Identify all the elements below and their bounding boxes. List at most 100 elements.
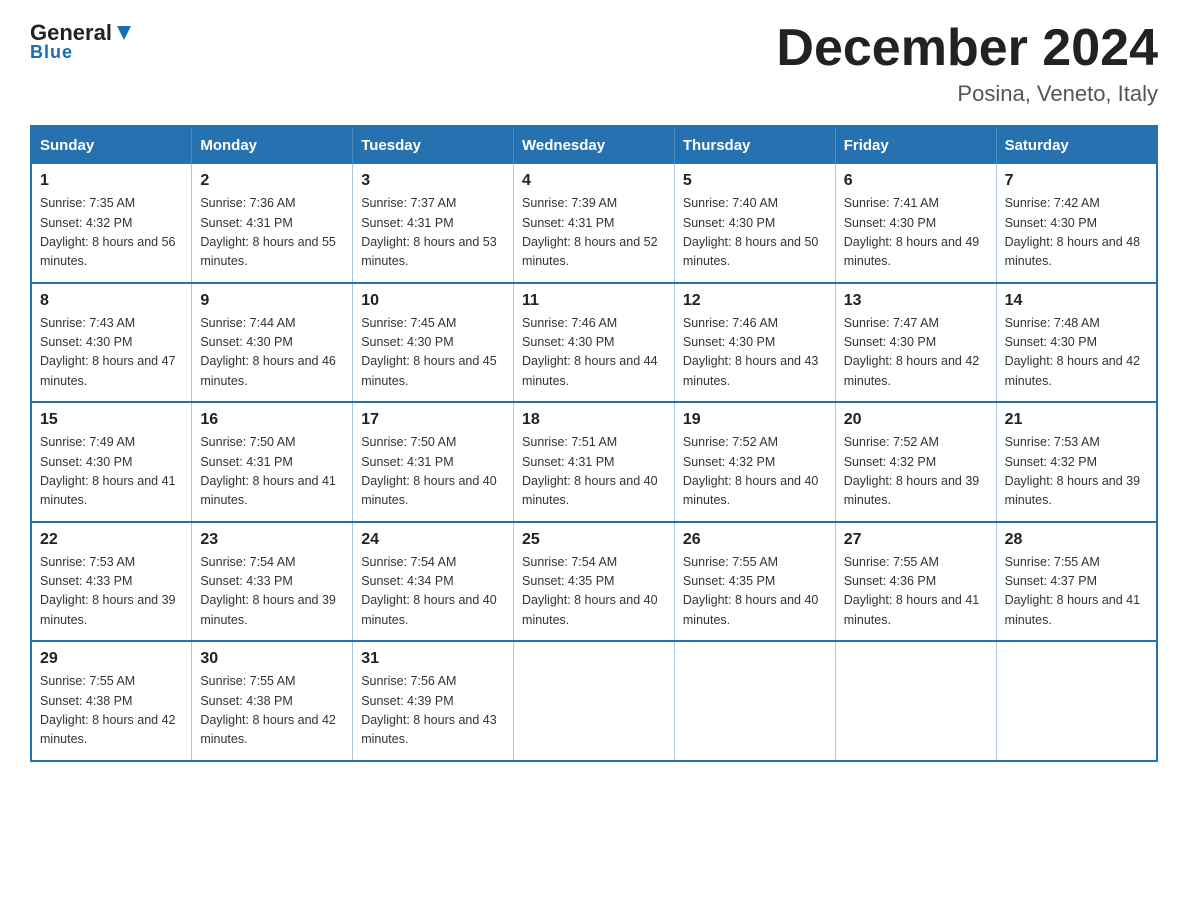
calendar-week-row: 15 Sunrise: 7:49 AMSunset: 4:30 PMDaylig… (31, 402, 1157, 522)
day-number: 3 (361, 172, 505, 190)
calendar-week-row: 8 Sunrise: 7:43 AMSunset: 4:30 PMDayligh… (31, 283, 1157, 403)
day-info: Sunrise: 7:35 AMSunset: 4:32 PMDaylight:… (40, 194, 183, 272)
calendar-cell: 4 Sunrise: 7:39 AMSunset: 4:31 PMDayligh… (514, 164, 675, 283)
day-info: Sunrise: 7:45 AMSunset: 4:30 PMDaylight:… (361, 314, 505, 392)
day-info: Sunrise: 7:47 AMSunset: 4:30 PMDaylight:… (844, 314, 988, 392)
day-number: 15 (40, 411, 183, 429)
day-info: Sunrise: 7:54 AMSunset: 4:35 PMDaylight:… (522, 553, 666, 631)
day-number: 5 (683, 172, 827, 190)
day-number: 9 (200, 292, 344, 310)
page-header: General Blue December 2024 Posina, Venet… (30, 20, 1158, 107)
calendar-cell: 23 Sunrise: 7:54 AMSunset: 4:33 PMDaylig… (192, 522, 353, 642)
day-info: Sunrise: 7:40 AMSunset: 4:30 PMDaylight:… (683, 194, 827, 272)
day-number: 6 (844, 172, 988, 190)
day-info: Sunrise: 7:36 AMSunset: 4:31 PMDaylight:… (200, 194, 344, 272)
day-number: 11 (522, 292, 666, 310)
day-number: 7 (1005, 172, 1148, 190)
day-info: Sunrise: 7:48 AMSunset: 4:30 PMDaylight:… (1005, 314, 1148, 392)
day-number: 29 (40, 650, 183, 668)
calendar-cell: 9 Sunrise: 7:44 AMSunset: 4:30 PMDayligh… (192, 283, 353, 403)
day-number: 1 (40, 172, 183, 190)
logo-triangle-icon (114, 23, 134, 43)
day-info: Sunrise: 7:52 AMSunset: 4:32 PMDaylight:… (844, 433, 988, 511)
location-title: Posina, Veneto, Italy (776, 81, 1158, 107)
day-info: Sunrise: 7:54 AMSunset: 4:34 PMDaylight:… (361, 553, 505, 631)
day-number: 21 (1005, 411, 1148, 429)
day-number: 23 (200, 531, 344, 549)
calendar-cell: 28 Sunrise: 7:55 AMSunset: 4:37 PMDaylig… (996, 522, 1157, 642)
calendar-cell: 13 Sunrise: 7:47 AMSunset: 4:30 PMDaylig… (835, 283, 996, 403)
day-header-monday: Monday (192, 126, 353, 164)
calendar-cell: 24 Sunrise: 7:54 AMSunset: 4:34 PMDaylig… (353, 522, 514, 642)
day-info: Sunrise: 7:41 AMSunset: 4:30 PMDaylight:… (844, 194, 988, 272)
day-info: Sunrise: 7:43 AMSunset: 4:30 PMDaylight:… (40, 314, 183, 392)
day-number: 17 (361, 411, 505, 429)
day-info: Sunrise: 7:50 AMSunset: 4:31 PMDaylight:… (200, 433, 344, 511)
calendar-cell: 2 Sunrise: 7:36 AMSunset: 4:31 PMDayligh… (192, 164, 353, 283)
calendar-table: SundayMondayTuesdayWednesdayThursdayFrid… (30, 125, 1158, 762)
calendar-cell: 19 Sunrise: 7:52 AMSunset: 4:32 PMDaylig… (674, 402, 835, 522)
calendar-cell: 17 Sunrise: 7:50 AMSunset: 4:31 PMDaylig… (353, 402, 514, 522)
calendar-cell: 29 Sunrise: 7:55 AMSunset: 4:38 PMDaylig… (31, 641, 192, 761)
day-info: Sunrise: 7:55 AMSunset: 4:36 PMDaylight:… (844, 553, 988, 631)
day-header-saturday: Saturday (996, 126, 1157, 164)
day-info: Sunrise: 7:55 AMSunset: 4:38 PMDaylight:… (200, 672, 344, 750)
day-header-tuesday: Tuesday (353, 126, 514, 164)
day-info: Sunrise: 7:53 AMSunset: 4:33 PMDaylight:… (40, 553, 183, 631)
calendar-week-row: 22 Sunrise: 7:53 AMSunset: 4:33 PMDaylig… (31, 522, 1157, 642)
day-number: 16 (200, 411, 344, 429)
calendar-cell (674, 641, 835, 761)
calendar-cell: 21 Sunrise: 7:53 AMSunset: 4:32 PMDaylig… (996, 402, 1157, 522)
day-header-thursday: Thursday (674, 126, 835, 164)
day-number: 24 (361, 531, 505, 549)
day-info: Sunrise: 7:56 AMSunset: 4:39 PMDaylight:… (361, 672, 505, 750)
day-info: Sunrise: 7:50 AMSunset: 4:31 PMDaylight:… (361, 433, 505, 511)
calendar-cell: 15 Sunrise: 7:49 AMSunset: 4:30 PMDaylig… (31, 402, 192, 522)
day-header-sunday: Sunday (31, 126, 192, 164)
calendar-cell: 3 Sunrise: 7:37 AMSunset: 4:31 PMDayligh… (353, 164, 514, 283)
day-header-friday: Friday (835, 126, 996, 164)
day-info: Sunrise: 7:49 AMSunset: 4:30 PMDaylight:… (40, 433, 183, 511)
calendar-cell: 16 Sunrise: 7:50 AMSunset: 4:31 PMDaylig… (192, 402, 353, 522)
calendar-week-row: 1 Sunrise: 7:35 AMSunset: 4:32 PMDayligh… (31, 164, 1157, 283)
calendar-cell (835, 641, 996, 761)
day-info: Sunrise: 7:53 AMSunset: 4:32 PMDaylight:… (1005, 433, 1148, 511)
calendar-cell: 31 Sunrise: 7:56 AMSunset: 4:39 PMDaylig… (353, 641, 514, 761)
day-number: 12 (683, 292, 827, 310)
day-info: Sunrise: 7:55 AMSunset: 4:37 PMDaylight:… (1005, 553, 1148, 631)
calendar-cell (996, 641, 1157, 761)
day-info: Sunrise: 7:39 AMSunset: 4:31 PMDaylight:… (522, 194, 666, 272)
calendar-cell: 11 Sunrise: 7:46 AMSunset: 4:30 PMDaylig… (514, 283, 675, 403)
day-number: 13 (844, 292, 988, 310)
day-number: 25 (522, 531, 666, 549)
day-info: Sunrise: 7:46 AMSunset: 4:30 PMDaylight:… (522, 314, 666, 392)
day-number: 2 (200, 172, 344, 190)
day-number: 27 (844, 531, 988, 549)
calendar-cell: 25 Sunrise: 7:54 AMSunset: 4:35 PMDaylig… (514, 522, 675, 642)
day-info: Sunrise: 7:44 AMSunset: 4:30 PMDaylight:… (200, 314, 344, 392)
calendar-week-row: 29 Sunrise: 7:55 AMSunset: 4:38 PMDaylig… (31, 641, 1157, 761)
day-info: Sunrise: 7:55 AMSunset: 4:38 PMDaylight:… (40, 672, 183, 750)
day-info: Sunrise: 7:51 AMSunset: 4:31 PMDaylight:… (522, 433, 666, 511)
day-header-wednesday: Wednesday (514, 126, 675, 164)
day-info: Sunrise: 7:37 AMSunset: 4:31 PMDaylight:… (361, 194, 505, 272)
calendar-cell: 27 Sunrise: 7:55 AMSunset: 4:36 PMDaylig… (835, 522, 996, 642)
day-info: Sunrise: 7:42 AMSunset: 4:30 PMDaylight:… (1005, 194, 1148, 272)
calendar-cell: 30 Sunrise: 7:55 AMSunset: 4:38 PMDaylig… (192, 641, 353, 761)
day-number: 10 (361, 292, 505, 310)
day-number: 31 (361, 650, 505, 668)
calendar-cell: 6 Sunrise: 7:41 AMSunset: 4:30 PMDayligh… (835, 164, 996, 283)
day-number: 4 (522, 172, 666, 190)
day-number: 22 (40, 531, 183, 549)
calendar-cell: 7 Sunrise: 7:42 AMSunset: 4:30 PMDayligh… (996, 164, 1157, 283)
calendar-cell: 10 Sunrise: 7:45 AMSunset: 4:30 PMDaylig… (353, 283, 514, 403)
calendar-cell: 12 Sunrise: 7:46 AMSunset: 4:30 PMDaylig… (674, 283, 835, 403)
calendar-cell: 14 Sunrise: 7:48 AMSunset: 4:30 PMDaylig… (996, 283, 1157, 403)
day-number: 8 (40, 292, 183, 310)
calendar-header-row: SundayMondayTuesdayWednesdayThursdayFrid… (31, 126, 1157, 164)
calendar-cell: 18 Sunrise: 7:51 AMSunset: 4:31 PMDaylig… (514, 402, 675, 522)
calendar-cell: 22 Sunrise: 7:53 AMSunset: 4:33 PMDaylig… (31, 522, 192, 642)
day-number: 19 (683, 411, 827, 429)
calendar-cell: 1 Sunrise: 7:35 AMSunset: 4:32 PMDayligh… (31, 164, 192, 283)
day-info: Sunrise: 7:54 AMSunset: 4:33 PMDaylight:… (200, 553, 344, 631)
